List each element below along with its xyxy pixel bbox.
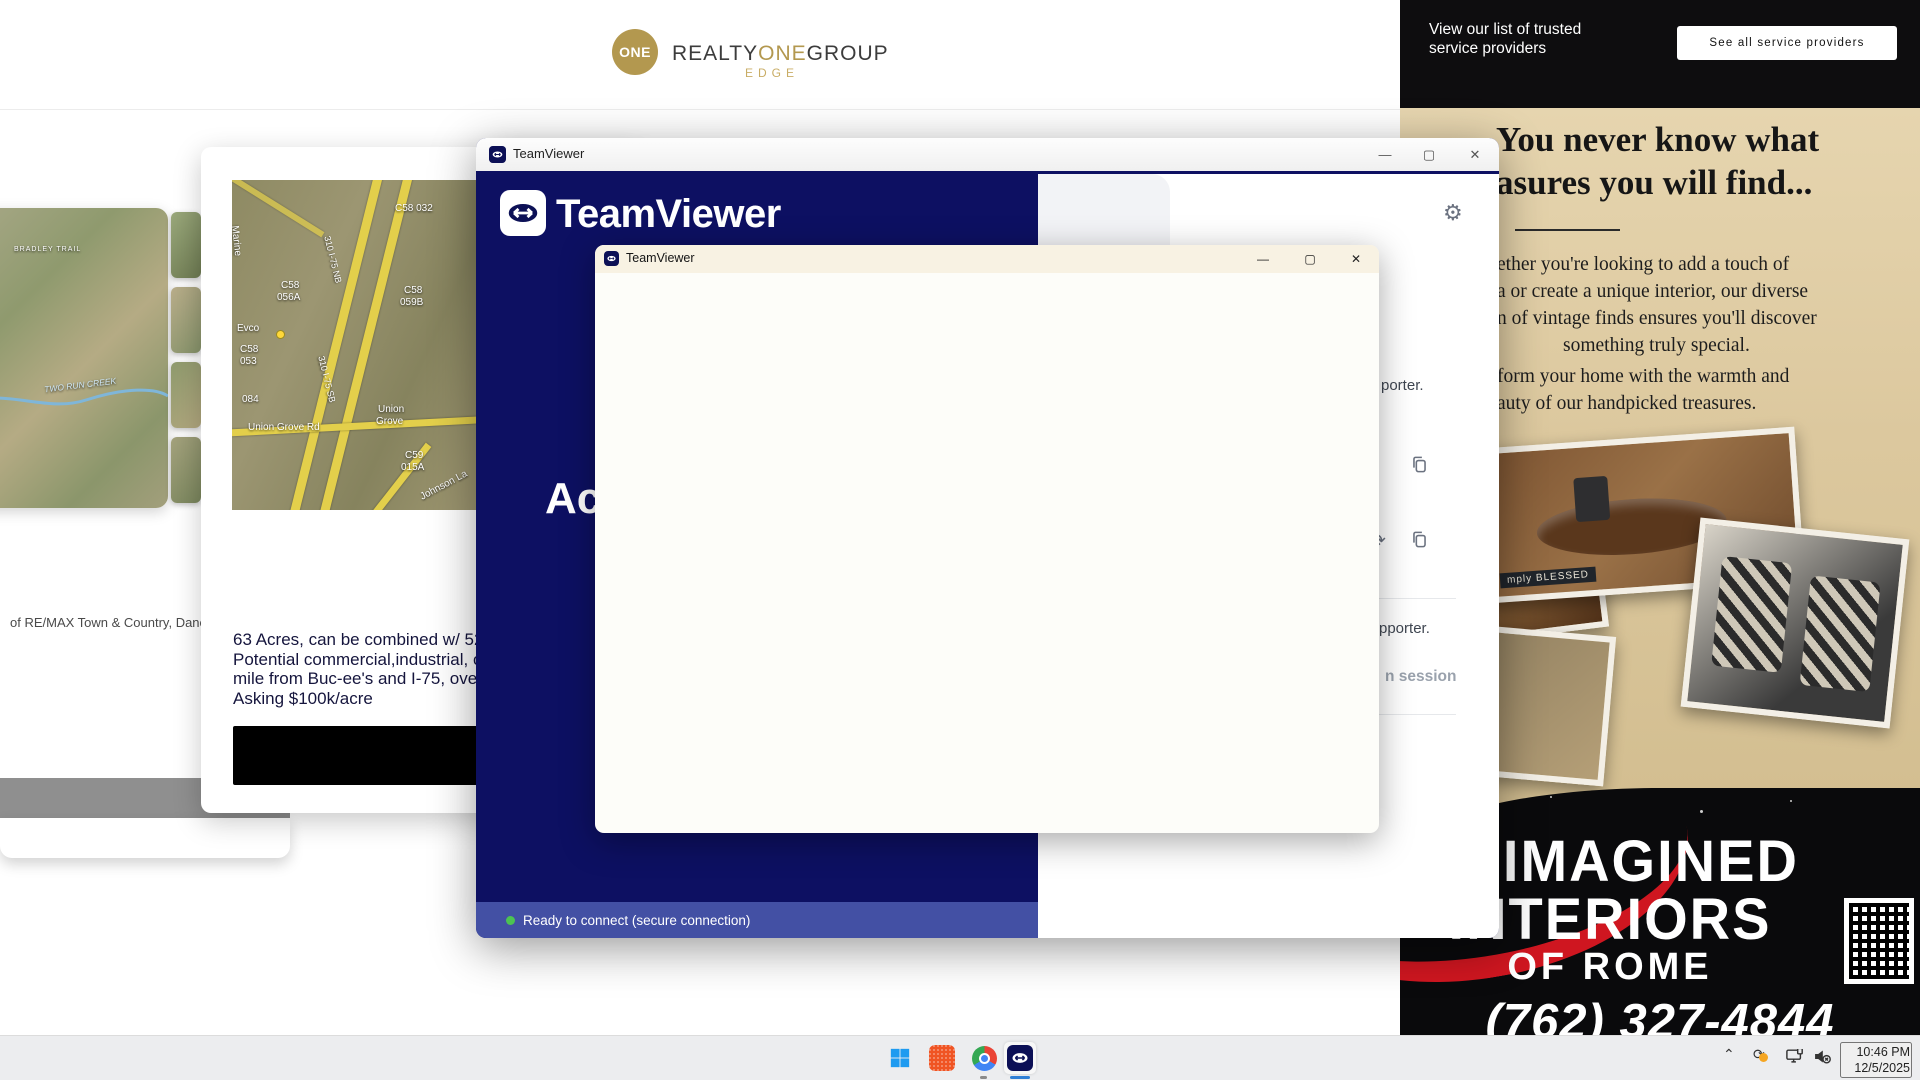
qr-code: [1844, 898, 1914, 984]
connection-statusbar: Ready to connect (secure connection): [476, 902, 1038, 938]
description-line: mile from Buc-ee's and I-75, over 2: [233, 669, 498, 689]
teamviewer-dialog-window: TeamViewer — ▢ ✕: [595, 245, 1379, 833]
maximize-button[interactable]: ▢: [1412, 142, 1446, 167]
description-line: Asking $100k/acre: [233, 689, 498, 709]
service-providers-banner: View our list of trusted service provide…: [1400, 0, 1920, 108]
description-line: Potential commercial,industrial, or: [233, 650, 498, 670]
ad-headline-line2: asures you will find...: [1496, 163, 1812, 203]
browser-header: ONE REALTYONEGROUP EDGE: [0, 0, 1400, 110]
dialog-titlebar-icon: [604, 251, 619, 266]
close-button[interactable]: ✕: [1458, 142, 1492, 167]
teamviewer-logo-text: TeamViewer: [556, 192, 781, 237]
ad-headline-line1: You never know what: [1496, 120, 1819, 160]
settings-gear-icon[interactable]: ⚙: [1443, 200, 1463, 226]
clock-time: 10:46 PM: [1842, 1044, 1910, 1060]
windows-taskbar: ⌃ ⟳ 10:46 PM 12/5/2025: [0, 1035, 1920, 1080]
photo-thumbnail[interactable]: [171, 212, 201, 278]
session-button-label: n session: [1385, 668, 1457, 686]
teamviewer-taskbar-icon[interactable]: [1004, 1042, 1036, 1074]
status-green-dot: [506, 916, 515, 925]
see-all-providers-button[interactable]: See all service providers: [1677, 26, 1897, 60]
chrome-running-indicator: [980, 1076, 987, 1079]
parcel-label: Evco: [237, 323, 259, 334]
heading-fragment: Ac: [545, 474, 601, 524]
banner-text: View our list of trusted service provide…: [1429, 20, 1581, 58]
photo-thumbnail[interactable]: [171, 362, 201, 428]
chrome-icon[interactable]: [968, 1042, 1000, 1074]
description-line: 63 Acres, can be combined w/ 52.8: [233, 630, 498, 650]
parcel-label: Union Grove Rd: [248, 422, 320, 433]
ad-body-line: form your home with the warmth and: [1497, 366, 1789, 388]
parcel-label: C58: [404, 285, 422, 296]
parcel-label: C58: [281, 280, 299, 291]
status-text: Ready to connect (secure connection): [523, 913, 750, 928]
realty-one-logo-circle: ONE: [612, 29, 658, 75]
map-marker-dot: [276, 330, 285, 339]
photo-thumbnail[interactable]: [171, 287, 201, 353]
ad-body-line: auty of our handpicked treasures.: [1497, 393, 1756, 415]
banner-line2: service providers: [1429, 39, 1581, 58]
creek-line: [0, 358, 168, 438]
road-marine: [232, 180, 324, 237]
ad-body-line: n of vintage finds ensures you'll discov…: [1497, 308, 1817, 330]
logo-group: GROUP: [807, 42, 889, 65]
headline-divider: [1515, 229, 1620, 231]
dialog-maximize-button[interactable]: ▢: [1294, 247, 1326, 271]
taskbar-clock[interactable]: 10:46 PM 12/5/2025: [1840, 1042, 1912, 1078]
tray-chevron-icon[interactable]: ⌃: [1723, 1046, 1735, 1063]
logo-one: ONE: [758, 42, 807, 65]
map-label-bradley-trail: BRADLEY TRAIL: [14, 246, 81, 253]
parcel-label: Johnson La: [418, 469, 469, 503]
listing-attribution: of RE/MAX Town & Country, Dane La: [10, 615, 225, 630]
logo-edge: EDGE: [745, 66, 799, 80]
parcel-label: 310 I-75 NB: [322, 235, 343, 284]
parcel-label: Grove: [376, 416, 403, 427]
tray-volume-muted-icon[interactable]: [1814, 1049, 1832, 1067]
dialog-titlebar[interactable]: TeamViewer — ▢ ✕: [595, 245, 1379, 273]
supporter-text-fragment: porter.: [1381, 377, 1424, 394]
copy-password-icon[interactable]: [1410, 530, 1429, 552]
parcel-label: 059B: [400, 297, 423, 308]
clock-date: 12/5/2025: [1842, 1060, 1910, 1076]
minimize-button[interactable]: —: [1368, 142, 1402, 167]
dialog-title: TeamViewer: [626, 251, 695, 265]
teamviewer-logo-icon: [500, 190, 546, 236]
parcel-label: 056A: [277, 292, 300, 303]
teamviewer-titlebar-icon: [489, 146, 506, 163]
taskbar-app-icon-orange[interactable]: [926, 1042, 958, 1074]
parcel-label: C59: [405, 450, 423, 461]
parcel-label: C58 032: [395, 203, 433, 214]
start-button[interactable]: [884, 1042, 916, 1074]
ad-body-line: ether you're looking to add a touch of: [1497, 254, 1789, 276]
ad-body-line: something truly special.: [1563, 335, 1750, 357]
card-bottom-strip: [0, 818, 290, 858]
logo-realty: REALTY: [672, 42, 758, 65]
realty-one-wordmark: REALTYONEGROUP: [672, 42, 889, 66]
copy-id-icon[interactable]: [1410, 455, 1429, 477]
brand-phone-number: (762) 327-4844: [1400, 994, 1920, 1035]
parcel-label: Marine: [232, 225, 243, 257]
teamviewer-active-indicator: [1010, 1076, 1030, 1079]
aerial-map-card[interactable]: BRADLEY TRAIL TWO RUN CREEK: [0, 208, 168, 508]
ad-photo-chairs: [1681, 518, 1910, 729]
photo-thumbnail[interactable]: [171, 437, 201, 503]
listing-description: 63 Acres, can be combined w/ 52.8 Potent…: [233, 630, 498, 708]
parcel-label: 015A: [401, 462, 424, 473]
banner-line1: View our list of trusted: [1429, 20, 1581, 39]
parcel-label: Union: [378, 404, 404, 415]
parcel-label: 084: [242, 394, 259, 405]
ad-body-line: a or create a unique interior, our diver…: [1497, 281, 1808, 303]
tray-sync-icon[interactable]: ⟳: [1753, 1046, 1765, 1063]
tray-display-icon[interactable]: [1786, 1049, 1804, 1067]
window-title: TeamViewer: [513, 146, 584, 161]
teamviewer-titlebar[interactable]: TeamViewer — ▢ ✕: [476, 138, 1499, 171]
brand-of-rome: OF ROME: [1400, 946, 1840, 989]
dialog-close-button[interactable]: ✕: [1340, 247, 1372, 271]
dialog-minimize-button[interactable]: —: [1247, 247, 1279, 271]
parcel-label: C58: [240, 344, 258, 355]
supporter-text-fragment: pporter.: [1379, 620, 1430, 637]
parcel-label: 053: [240, 356, 257, 367]
